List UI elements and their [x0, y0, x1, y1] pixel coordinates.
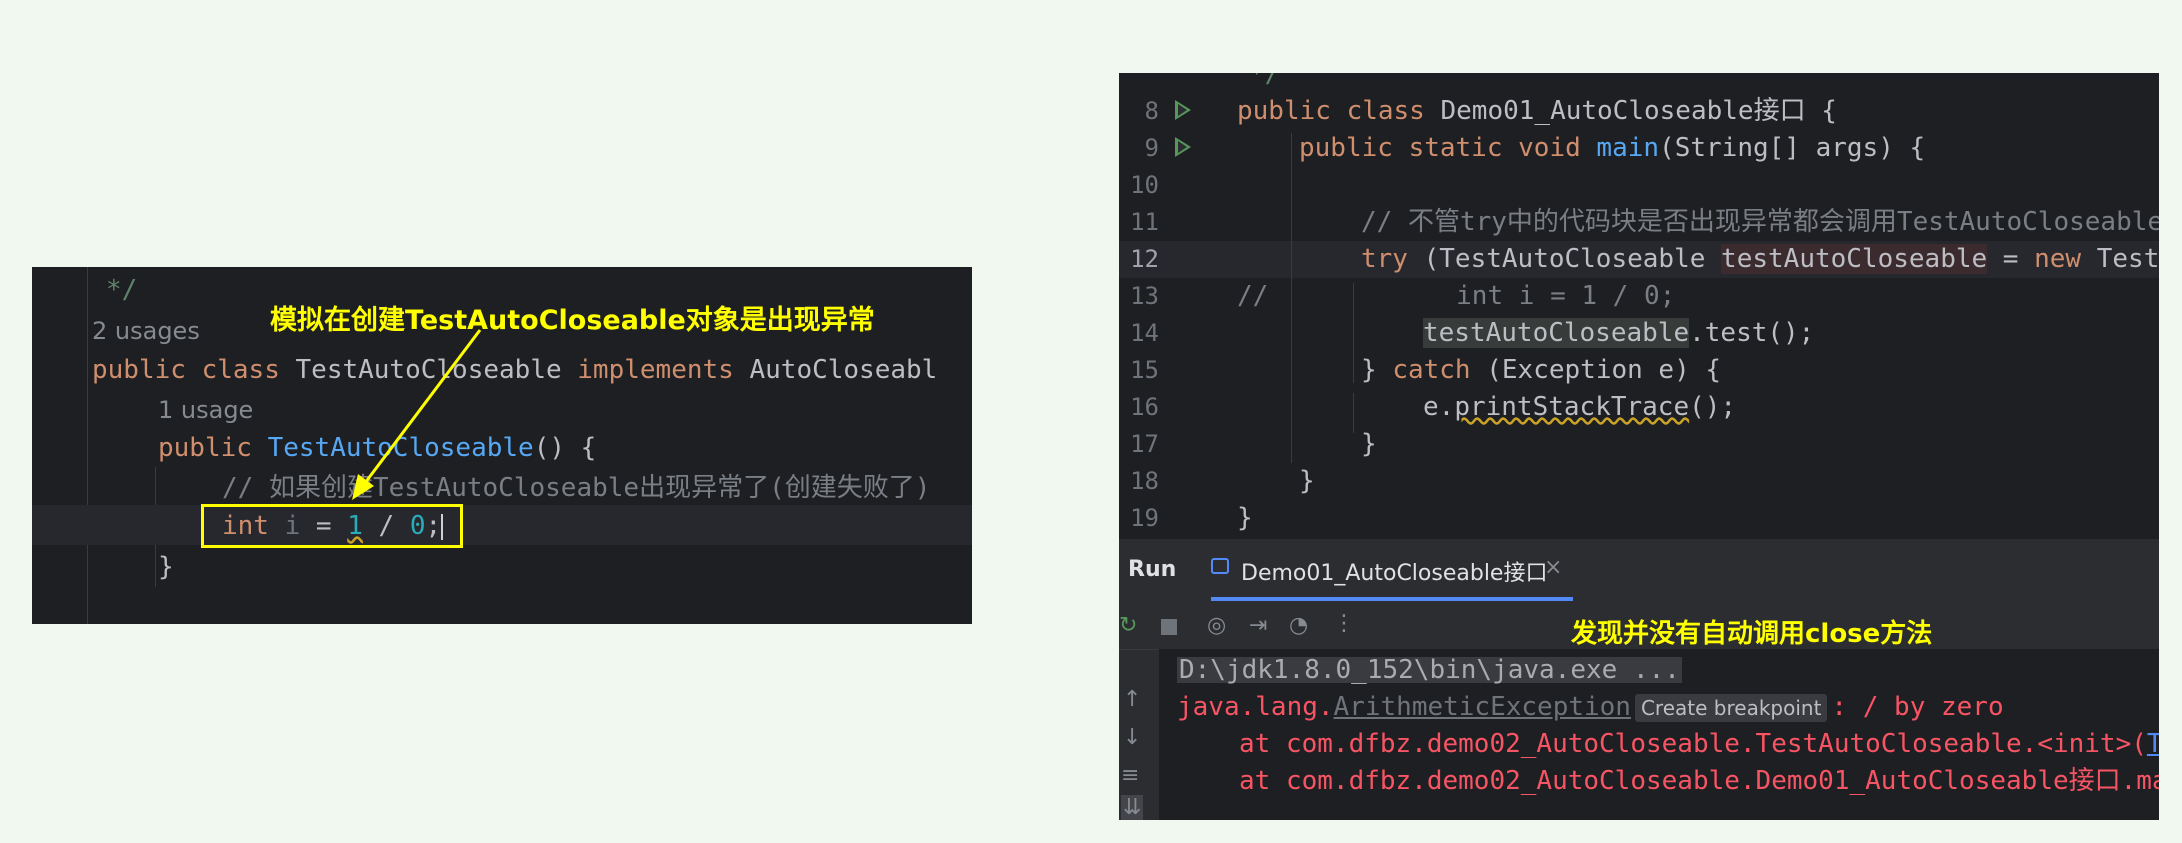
- class-declaration: public class Demo01_AutoCloseable接口 {: [1237, 96, 1837, 126]
- run-gutter-icon[interactable]: [1175, 100, 1191, 120]
- run-annotation: 发现并没有自动调用close方法: [1571, 619, 1933, 649]
- class-close-brace: }: [1237, 503, 1253, 533]
- line-number-11: 11: [1130, 208, 1159, 236]
- console-tab-icon: [1211, 558, 1229, 574]
- right-editor-panel: */ 8 9 10 11 12 13 14 15 16 17 18 19 pub…: [1119, 73, 2159, 820]
- line-number-14: 14: [1130, 319, 1159, 347]
- main-close-brace: }: [1299, 466, 1315, 496]
- line-number-9: 9: [1144, 134, 1159, 162]
- line-number-12: 12: [1130, 245, 1159, 273]
- console-cmd: D:\jdk1.8.0_152\bin\java.exe ...: [1177, 655, 1682, 685]
- screenshot-icon[interactable]: ◎: [1207, 613, 1226, 638]
- line-number-19: 19: [1130, 504, 1159, 532]
- try-comment: // 不管try中的代码块是否出现异常都会调用TestAutoCloseable: [1361, 207, 2159, 237]
- console-output: D:\jdk1.8.0_152\bin\java.exe ... java.la…: [1159, 649, 2159, 820]
- scroll-down-icon[interactable]: ↓: [1123, 725, 1141, 750]
- close-tab-icon[interactable]: ×: [1544, 555, 1562, 580]
- run-gutter-icon[interactable]: [1175, 137, 1191, 157]
- source-link[interactable]: Te: [2147, 729, 2159, 759]
- create-breakpoint-chip[interactable]: Create breakpoint: [1634, 694, 1828, 722]
- line-number-18: 18: [1130, 467, 1159, 495]
- comment-end-top: */: [1249, 73, 1281, 89]
- more-options-icon[interactable]: ⋮: [1333, 611, 1355, 636]
- profiler-icon[interactable]: ◔: [1289, 613, 1308, 638]
- line-number-17: 17: [1130, 430, 1159, 458]
- line-number-16: 16: [1130, 393, 1159, 421]
- commented-division: // int i = 1 / 0;: [1237, 281, 1676, 311]
- stack-frame-1: at com.dfbz.demo02_AutoCloseable.TestAut…: [1239, 731, 2159, 757]
- print-stack-line: e.printStackTrace();: [1423, 392, 1737, 422]
- line-number-15: 15: [1130, 356, 1159, 384]
- try-line[interactable]: try (TestAutoCloseable testAutoCloseable…: [1361, 244, 2159, 274]
- catch-close-brace: }: [1361, 429, 1377, 459]
- tab-underline: [1211, 597, 1573, 601]
- run-label: Run: [1128, 557, 1177, 582]
- main-declaration: public static void main(String[] args) {: [1299, 133, 1926, 163]
- test-call-line: testAutoCloseable.test();: [1423, 318, 1815, 348]
- run-tool-window: Run Demo01_AutoCloseable接口 × ↻ ◎ ⇥ ◔ ⋮ 发…: [1119, 539, 2159, 820]
- scroll-to-end-icon[interactable]: ⇊: [1121, 795, 1144, 820]
- stack-frame-2: at com.dfbz.demo02_AutoCloseable.Demo01_…: [1239, 766, 2159, 796]
- rerun-icon[interactable]: ↻: [1119, 613, 1137, 638]
- stop-icon[interactable]: [1161, 619, 1177, 635]
- soft-wrap-icon[interactable]: ≡: [1121, 763, 1139, 788]
- run-tab-label: Demo01_AutoCloseable接口: [1241, 561, 1548, 586]
- line-number-13: 13: [1130, 282, 1159, 310]
- scroll-up-icon[interactable]: ↑: [1123, 687, 1141, 712]
- exception-line: java.lang.ArithmeticException Create brea…: [1177, 692, 2004, 722]
- import-icon[interactable]: ⇥: [1249, 613, 1267, 638]
- indent-guide: [1353, 393, 1354, 433]
- line-number-8: 8: [1144, 97, 1159, 125]
- catch-line: } catch (Exception e) {: [1361, 355, 1722, 385]
- line-number-10: 10: [1130, 171, 1159, 199]
